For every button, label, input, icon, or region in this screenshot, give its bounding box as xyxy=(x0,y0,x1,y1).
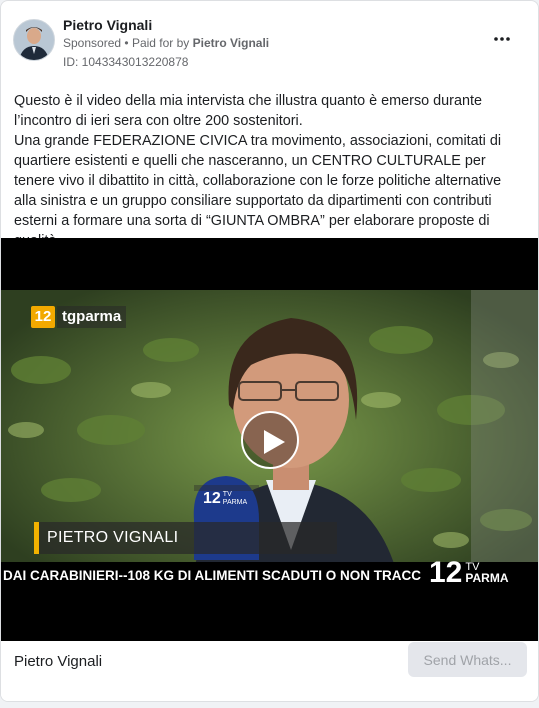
meta-separator: • xyxy=(124,36,129,50)
page-name[interactable]: Pietro Vignali xyxy=(63,17,152,33)
post-body-paragraph: Questo è il video della mia intervista c… xyxy=(14,93,482,129)
channel-logo-number: 12 xyxy=(31,306,55,328)
post-header: Pietro Vignali Sponsored • Paid for by P… xyxy=(13,13,526,73)
avatar-portrait-icon xyxy=(14,20,54,60)
sponsored-meta: Sponsored • Paid for by Pietro Vignali xyxy=(63,36,269,50)
sponsored-label[interactable]: Sponsored xyxy=(63,36,121,50)
play-button[interactable] xyxy=(241,411,299,469)
send-whatsapp-button[interactable]: Send Whats... xyxy=(408,642,527,677)
page-avatar[interactable] xyxy=(13,19,55,61)
video-frame: 12 tgparma 12 TV PARMA PIETRO VIGNALI DA… xyxy=(1,290,538,590)
mic-label: 12 TV PARMA xyxy=(203,490,247,508)
more-horizontal-icon xyxy=(494,37,510,41)
post-body: Questo è il video della mia intervista c… xyxy=(14,91,526,251)
lower-third-name: PIETRO VIGNALI xyxy=(34,522,337,554)
paid-for-by-name[interactable]: Pietro Vignali xyxy=(193,36,269,50)
ticker-logo-city: PARMA xyxy=(465,571,509,585)
ad-footer: Pietro Vignali Send Whats... xyxy=(1,641,538,701)
ad-id: ID: 1043343013220878 xyxy=(63,55,189,69)
channel-logo: 12 tgparma xyxy=(31,305,127,329)
mic-label-tv: TV xyxy=(222,491,232,498)
mic-label-number: 12 xyxy=(203,490,221,507)
post-body-paragraph: Una grande FEDERAZIONE CIVICA tra movime… xyxy=(14,133,502,249)
ad-card: Pietro Vignali Sponsored • Paid for by P… xyxy=(0,0,539,702)
mic-label-city: PARMA xyxy=(222,499,248,506)
ticker-logo-number: 12 xyxy=(429,556,463,589)
play-icon xyxy=(264,430,285,454)
ticker-logo-text: TV PARMA xyxy=(465,562,509,585)
footer-advertiser-name[interactable]: Pietro Vignali xyxy=(14,653,102,670)
channel-logo-brand: tgparma xyxy=(57,306,127,328)
more-options-button[interactable] xyxy=(488,31,516,47)
paid-for-by-label: Paid for by xyxy=(131,36,190,50)
ticker-channel-logo: 12 TV PARMA xyxy=(429,548,508,588)
video-player[interactable]: 12 tgparma 12 TV PARMA PIETRO VIGNALI DA… xyxy=(1,238,538,641)
